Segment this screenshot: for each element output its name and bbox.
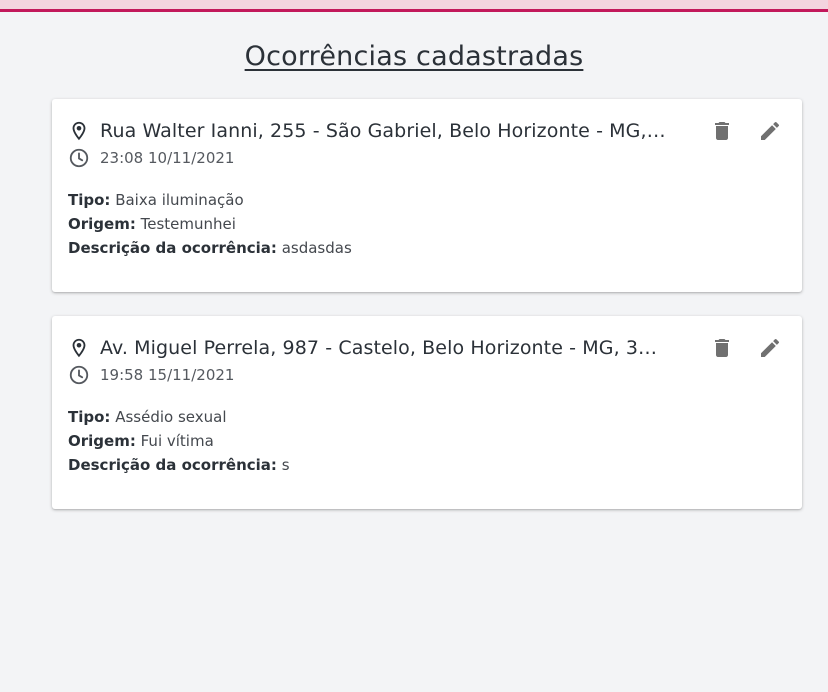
occurrence-address: Rua Walter Ianni, 255 - São Gabriel, Bel… (100, 120, 668, 142)
descricao-value: asdasdas (281, 239, 352, 257)
card-actions (710, 336, 782, 360)
datetime-row: 19:58 15/11/2021 (68, 364, 234, 386)
occurrence-card: Av. Miguel Perrela, 987 - Castelo, Belo … (52, 316, 802, 509)
descricao-line: Descrição da ocorrência: asdasdas (68, 236, 352, 260)
tipo-label: Tipo: (68, 191, 111, 209)
descricao-line: Descrição da ocorrência: s (68, 453, 290, 477)
tipo-label: Tipo: (68, 408, 111, 426)
origem-line: Origem: Testemunhei (68, 212, 352, 236)
occurrence-details: Tipo: Baixa iluminação Origem: Testemunh… (68, 188, 352, 260)
pencil-icon (761, 121, 780, 140)
origem-value: Testemunhei (140, 215, 236, 233)
tipo-value: Assédio sexual (115, 408, 227, 426)
descricao-label: Descrição da ocorrência: (68, 456, 277, 474)
origem-label: Origem: (68, 432, 136, 450)
occurrence-card: Rua Walter Ianni, 255 - São Gabriel, Bel… (52, 99, 802, 292)
page-title: Ocorrências cadastradas (244, 41, 584, 72)
origem-label: Origem: (68, 215, 136, 233)
datetime-row: 23:08 10/11/2021 (68, 147, 234, 169)
occurrence-details: Tipo: Assédio sexual Origem: Fui vítima … (68, 405, 290, 477)
clock-icon (69, 365, 89, 385)
address-row: Av. Miguel Perrela, 987 - Castelo, Belo … (68, 335, 668, 361)
trash-icon (715, 339, 729, 357)
location-pin-icon (72, 338, 86, 358)
tipo-line: Tipo: Assédio sexual (68, 405, 290, 429)
tipo-line: Tipo: Baixa iluminação (68, 188, 352, 212)
delete-button[interactable] (710, 119, 734, 143)
origem-line: Origem: Fui vítima (68, 429, 290, 453)
card-actions (710, 119, 782, 143)
occurrence-datetime: 23:08 10/11/2021 (100, 149, 235, 167)
origem-value: Fui vítima (140, 432, 214, 450)
clock-icon (69, 148, 89, 168)
tipo-value: Baixa iluminação (115, 191, 244, 209)
trash-icon (715, 122, 729, 140)
occurrence-address: Av. Miguel Perrela, 987 - Castelo, Belo … (100, 337, 668, 359)
descricao-value: s (281, 456, 290, 474)
pencil-icon (761, 338, 780, 357)
edit-button[interactable] (758, 336, 782, 360)
edit-button[interactable] (758, 119, 782, 143)
delete-button[interactable] (710, 336, 734, 360)
occurrence-datetime: 19:58 15/11/2021 (100, 366, 235, 384)
location-pin-icon (72, 121, 86, 141)
address-row: Rua Walter Ianni, 255 - São Gabriel, Bel… (68, 118, 668, 144)
top-bar (0, 0, 828, 12)
descricao-label: Descrição da ocorrência: (68, 239, 277, 257)
